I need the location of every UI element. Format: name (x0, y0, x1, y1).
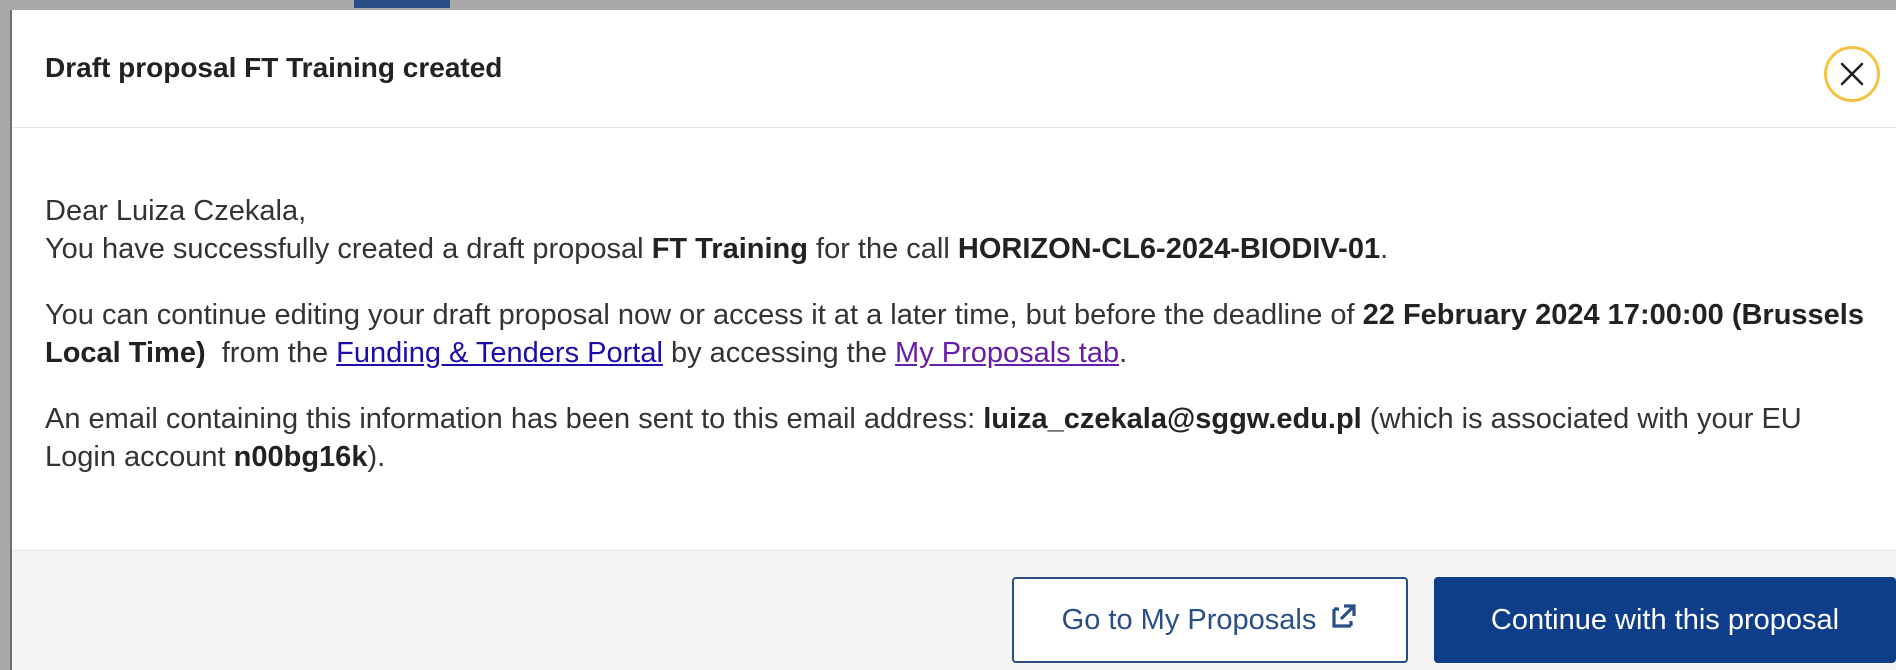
proposal-created-dialog: Draft proposal FT Training created Dear … (10, 10, 1896, 670)
eu-login-account: n00bg16k (233, 441, 368, 473)
my-proposals-tab-link[interactable]: My Proposals tab (895, 337, 1119, 369)
greeting: Dear Luiza Czekala, (45, 195, 307, 227)
closing-paren: ). (367, 441, 386, 473)
dialog-header: Draft proposal FT Training created (12, 10, 1896, 128)
active-tab-indicator (354, 0, 450, 8)
proposal-name: FT Training (651, 233, 808, 265)
period: . (1119, 337, 1128, 369)
deadline-paragraph: You can continue editing your draft prop… (45, 296, 1875, 372)
dialog-footer: Go to My Proposals Continue with this pr… (12, 550, 1896, 670)
call-id: HORIZON-CL6-2024-BIODIV-01 (957, 233, 1381, 265)
email-address: luiza_czekala@sggw.edu.pl (983, 403, 1362, 435)
funding-tenders-portal-link[interactable]: Funding & Tenders Portal (336, 337, 663, 369)
close-button[interactable] (1824, 46, 1880, 102)
dialog-body: Dear Luiza Czekala, You have successfull… (45, 192, 1875, 476)
email-sent-text: An email containing this information has… (45, 403, 984, 435)
accessing-text: by accessing the (662, 337, 896, 369)
go-to-my-proposals-label: Go to My Proposals (1061, 603, 1317, 636)
continue-editing-text: You can continue editing your draft prop… (45, 299, 1363, 331)
success-text: You have successfully created a draft pr… (45, 233, 652, 265)
from-text: from the (205, 337, 337, 369)
close-icon (1839, 61, 1865, 87)
email-paragraph: An email containing this information has… (45, 400, 1875, 476)
dialog-title: Draft proposal FT Training created (45, 52, 503, 83)
call-intro-text: for the call (807, 233, 958, 265)
go-to-my-proposals-button[interactable]: Go to My Proposals (1012, 577, 1408, 663)
continue-with-proposal-button[interactable]: Continue with this proposal (1434, 577, 1896, 663)
external-link-icon (1330, 602, 1358, 638)
period: . (1380, 233, 1389, 265)
greeting-text: Dear Luiza Czekala, You have successfull… (45, 192, 1875, 268)
